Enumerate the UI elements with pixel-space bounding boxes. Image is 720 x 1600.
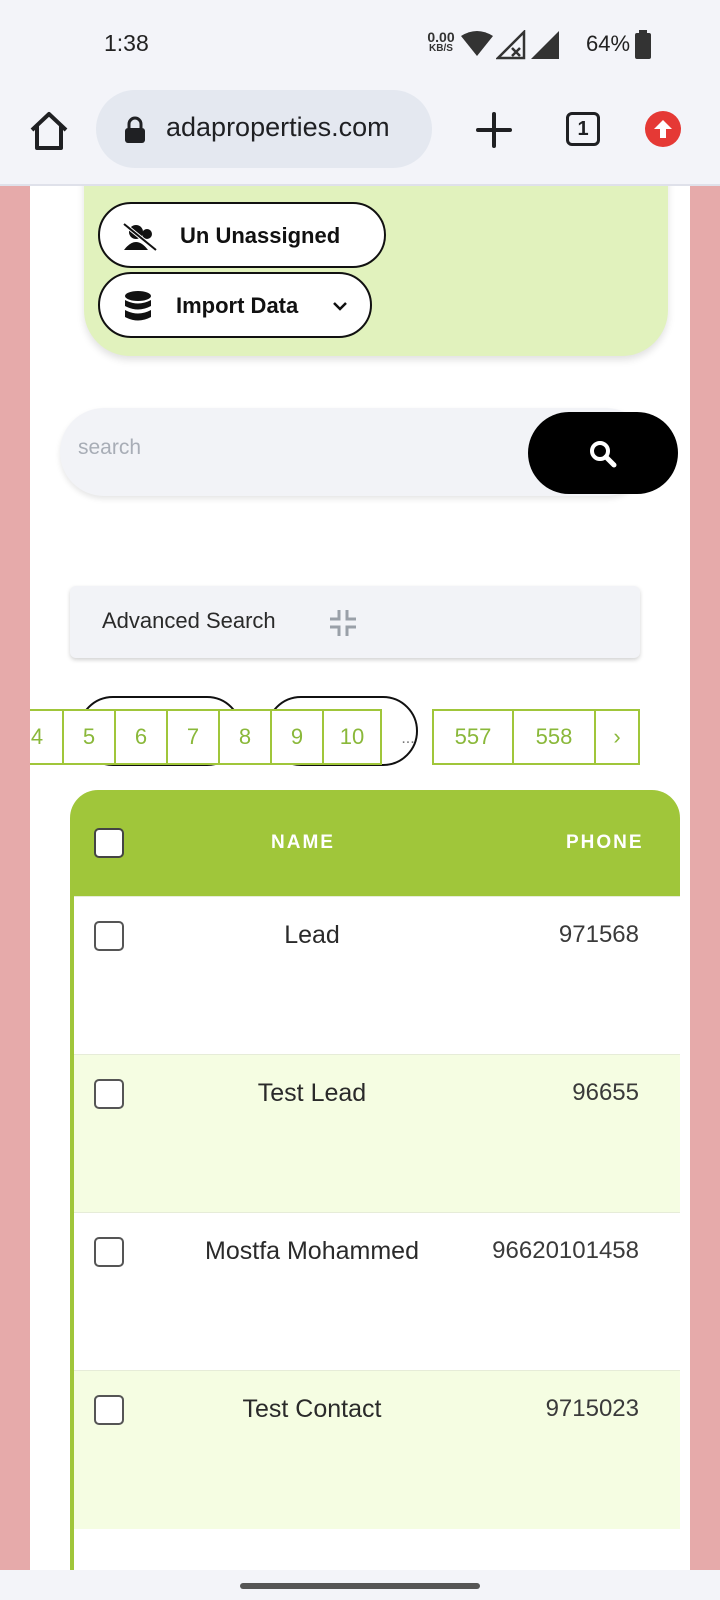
import-data-button[interactable]: Import Data bbox=[98, 272, 372, 338]
home-icon[interactable] bbox=[26, 108, 72, 154]
lock-icon bbox=[125, 116, 145, 143]
table-row[interactable]: Test Lead 96655 bbox=[74, 1054, 680, 1213]
plus-icon[interactable] bbox=[472, 108, 516, 152]
update-icon[interactable] bbox=[645, 111, 681, 147]
row-name: Mostfa Mohammed bbox=[205, 1237, 419, 1265]
navigation-bar bbox=[0, 1570, 720, 1600]
row-checkbox[interactable] bbox=[94, 921, 124, 951]
page-button[interactable]: 7 bbox=[166, 709, 220, 765]
row-name: Test Contact bbox=[242, 1395, 382, 1423]
signal-off-icon bbox=[496, 30, 526, 60]
row-phone: 96620101458 bbox=[492, 1237, 639, 1264]
search-input[interactable]: search bbox=[78, 436, 141, 460]
page-side-left bbox=[0, 186, 30, 1570]
status-bar: 1:38 0.00 KB/S 64% bbox=[0, 0, 720, 90]
page-button[interactable]: 6 bbox=[114, 709, 168, 765]
page-button[interactable]: 557 bbox=[432, 709, 514, 765]
import-data-label: Import Data bbox=[176, 293, 299, 318]
row-checkbox[interactable] bbox=[94, 1395, 124, 1425]
tabs-button[interactable]: 1 bbox=[566, 112, 600, 146]
wifi-icon bbox=[461, 31, 493, 56]
page-side-right bbox=[690, 186, 720, 1570]
table-row[interactable]: Test Contact 9715023 bbox=[74, 1370, 680, 1529]
row-name: Test Lead bbox=[257, 1079, 367, 1107]
leads-table: NAME PHONE Lead 971568 Test Lead 96655 M… bbox=[70, 790, 680, 1570]
table-header: NAME PHONE bbox=[70, 790, 680, 896]
user-slash-icon bbox=[122, 222, 158, 252]
select-all-checkbox[interactable] bbox=[94, 828, 124, 858]
row-phone: 96655 bbox=[572, 1079, 639, 1106]
column-phone: PHONE bbox=[566, 832, 644, 853]
page-button[interactable]: 558 bbox=[512, 709, 596, 765]
net-speed-value: 0.00 bbox=[427, 29, 455, 45]
search-bar: search bbox=[60, 408, 678, 496]
page-button[interactable]: 9 bbox=[270, 709, 324, 765]
next-page-button[interactable]: › bbox=[594, 709, 640, 765]
row-phone: 9715023 bbox=[545, 1395, 639, 1422]
browser-toolbar: adaproperties.com 1 bbox=[0, 90, 720, 186]
page-button[interactable]: 10 bbox=[322, 709, 382, 765]
signal-icon bbox=[531, 31, 559, 59]
page-content: Un Unassigned Import Data search Advance… bbox=[30, 186, 690, 1570]
address-bar[interactable]: adaproperties.com bbox=[96, 90, 432, 168]
row-phone: 971568 bbox=[558, 921, 639, 948]
chevron-down-icon bbox=[333, 302, 347, 311]
battery-percent: 64% bbox=[586, 31, 631, 56]
table-row[interactable]: Lead 971568 bbox=[74, 896, 680, 1055]
url-text: adaproperties.com bbox=[166, 112, 390, 142]
compress-icon bbox=[330, 610, 356, 636]
status-time: 1:38 bbox=[104, 30, 149, 56]
row-name: Lead bbox=[284, 921, 340, 949]
page-button[interactable]: 8 bbox=[218, 709, 272, 765]
battery-icon bbox=[635, 30, 651, 59]
home-gesture-handle[interactable] bbox=[240, 1583, 480, 1589]
column-name: NAME bbox=[271, 832, 335, 853]
unassigned-button[interactable]: Un Unassigned bbox=[98, 202, 386, 268]
net-speed-unit: KB/S bbox=[429, 43, 453, 54]
net-speed: 0.00 KB/S bbox=[420, 30, 462, 54]
page-ellipsis: ... bbox=[401, 730, 415, 747]
advanced-search-label: Advanced Search bbox=[102, 608, 276, 633]
row-checkbox[interactable] bbox=[94, 1079, 124, 1109]
database-icon bbox=[125, 291, 151, 321]
page-button[interactable]: 4 bbox=[30, 709, 64, 765]
unassigned-label: Un Unassigned bbox=[180, 223, 341, 248]
table-row[interactable]: Mostfa Mohammed 96620101458 bbox=[74, 1212, 680, 1371]
actions-panel: Un Unassigned Import Data bbox=[84, 186, 668, 356]
search-button[interactable] bbox=[528, 412, 678, 494]
search-icon bbox=[590, 441, 617, 468]
row-checkbox[interactable] bbox=[94, 1237, 124, 1267]
page-button[interactable]: 5 bbox=[62, 709, 116, 765]
advanced-search-toggle[interactable]: Advanced Search bbox=[70, 586, 640, 658]
